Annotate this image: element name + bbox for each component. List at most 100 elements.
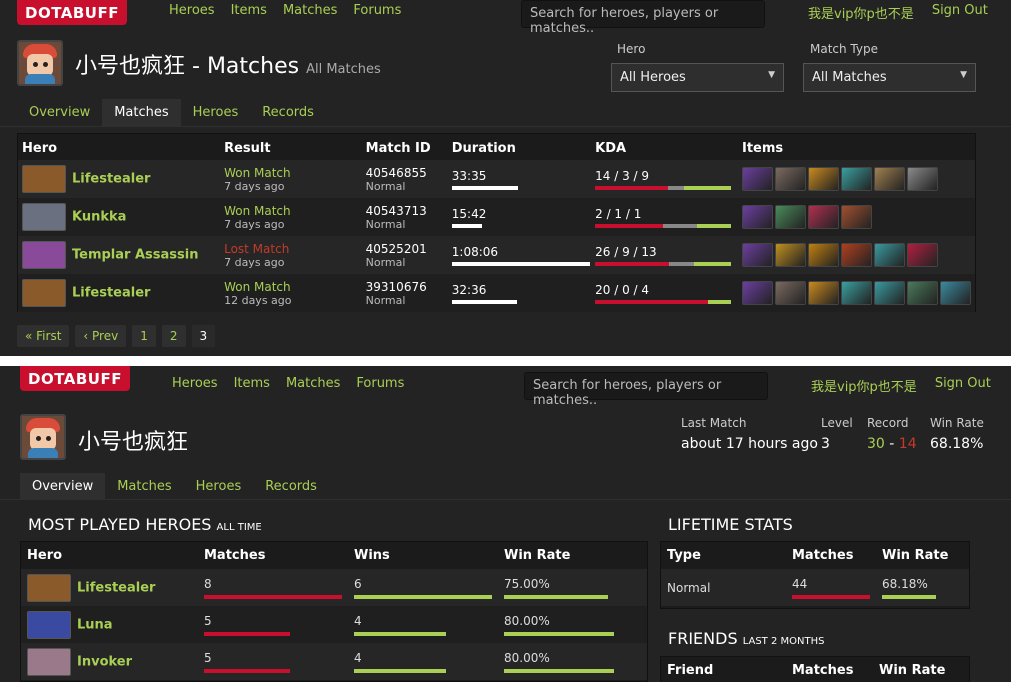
item-icon[interactable] [808, 205, 839, 229]
item-icon[interactable] [841, 205, 872, 229]
hero-name-link[interactable]: Lifestealer [72, 172, 150, 187]
item-icon[interactable] [775, 243, 806, 267]
item-icon[interactable] [907, 243, 938, 267]
pager-link[interactable]: 2 [161, 325, 186, 347]
item-icon[interactable] [907, 281, 938, 305]
item-icon[interactable] [841, 243, 872, 267]
item-icon[interactable] [775, 167, 806, 191]
tab-matches[interactable]: Matches [105, 473, 183, 500]
hero-name-link[interactable]: Kunkka [72, 210, 126, 225]
tab-overview[interactable]: Overview [17, 99, 102, 126]
hero-portrait[interactable] [27, 610, 71, 639]
col-matches: Matches [792, 663, 854, 678]
table-row[interactable]: Kunkka Won Match 7 days ago 40543713 Normal 1… [18, 198, 975, 236]
hero-portrait[interactable] [22, 241, 66, 269]
tab-overview[interactable]: Overview [20, 473, 106, 500]
lifetime-table: Type Matches Win Rate Normal 44 68.18% [661, 542, 969, 606]
table-row[interactable]: Lifestealer Won Match 12 days ago 39310676 N… [18, 274, 975, 312]
avatar[interactable] [17, 40, 63, 86]
hero-name-link[interactable]: Lifestealer [77, 580, 155, 595]
tab-matches[interactable]: Matches [102, 99, 181, 126]
avatar[interactable] [20, 414, 66, 460]
nav-matches[interactable]: Matches [283, 3, 337, 18]
hero-filter-select[interactable]: All Heroes ▼ [611, 63, 784, 92]
table-header: Hero Result Match ID Duration KDA Items [18, 134, 975, 160]
type-filter-select[interactable]: All Matches ▼ [803, 63, 976, 92]
matches-table-panel: Hero Result Match ID Duration KDA Items … [17, 133, 976, 312]
tab-heroes[interactable]: Heroes [181, 99, 251, 126]
nav-heroes[interactable]: Heroes [169, 3, 215, 18]
item-icon[interactable] [940, 281, 971, 305]
pager-link[interactable]: 1 [132, 325, 156, 347]
result-link[interactable]: Won Match [224, 166, 358, 180]
item-icon[interactable] [841, 281, 872, 305]
hero-name-link[interactable]: Lifestealer [72, 286, 150, 301]
hero-portrait[interactable] [27, 573, 71, 602]
table-row[interactable]: Luna 5 4 80.00% [21, 606, 647, 643]
item-icon[interactable] [841, 167, 872, 191]
hero-name-link[interactable]: Templar Assassin [72, 248, 198, 263]
item-icon[interactable] [742, 243, 773, 267]
pager-link[interactable]: « First [17, 325, 70, 347]
item-icon[interactable] [808, 167, 839, 191]
item-icon[interactable] [742, 167, 773, 191]
nav-matches[interactable]: Matches [286, 376, 340, 391]
table-row[interactable]: Lifestealer Won Match 7 days ago 40546855 No… [18, 160, 975, 198]
nav-items[interactable]: Items [231, 3, 267, 18]
tab-records[interactable]: Records [250, 99, 326, 126]
kda-bar-segment [595, 185, 669, 190]
item-icon[interactable] [907, 167, 938, 191]
matches-value: 8 [204, 576, 212, 591]
hero-portrait[interactable] [22, 203, 66, 231]
username-link[interactable]: 我是vip你p也不是 [808, 3, 914, 22]
item-icon[interactable] [808, 281, 839, 305]
col-wins: Wins [354, 548, 390, 563]
search-input[interactable]: Search for heroes, players or matches.. [521, 0, 765, 36]
wins-cell: 6 [348, 569, 498, 606]
kda-bar-segment [697, 223, 732, 228]
hero-portrait[interactable] [22, 165, 66, 193]
user-menu: 我是vip你p也不是 Sign Out [808, 3, 988, 22]
item-icon[interactable] [874, 281, 905, 305]
result-link[interactable]: Lost Match [224, 242, 358, 256]
duration-cell: 1:08:06 [447, 236, 592, 274]
dotabuff-logo[interactable]: DOTABUFF [20, 366, 130, 391]
signout-link[interactable]: Sign Out [935, 376, 991, 395]
nav-items[interactable]: Items [234, 376, 270, 391]
item-icon[interactable] [874, 243, 905, 267]
nav-forums[interactable]: Forums [353, 3, 401, 18]
hero-portrait[interactable] [27, 647, 71, 676]
table-row[interactable]: Invoker 5 4 80.00% [21, 643, 647, 680]
item-icon[interactable] [742, 281, 773, 305]
col-hero: Hero [27, 548, 63, 563]
result-link[interactable]: Won Match [224, 280, 358, 294]
pager-link[interactable]: ‹ Prev [75, 325, 127, 347]
table-row[interactable]: Lifestealer 8 6 75.00% [21, 569, 647, 606]
item-icon[interactable] [775, 205, 806, 229]
search-input[interactable]: Search for heroes, players or matches.. [524, 372, 768, 408]
winrate-value: 80.00% [504, 650, 550, 665]
tab-records[interactable]: Records [253, 473, 329, 500]
item-icon[interactable] [775, 281, 806, 305]
item-icon[interactable] [808, 243, 839, 267]
wins-bar [354, 631, 446, 636]
hero-portrait[interactable] [22, 279, 66, 307]
nav-forums[interactable]: Forums [356, 376, 404, 391]
kda-cell: 2 / 1 / 1 [591, 198, 738, 236]
signout-link[interactable]: Sign Out [932, 3, 988, 22]
tab-heroes[interactable]: Heroes [184, 473, 254, 500]
item-icon[interactable] [874, 167, 905, 191]
result-link[interactable]: Won Match [224, 204, 358, 218]
username-link[interactable]: 我是vip你p也不是 [811, 376, 917, 395]
winrate-label: Win Rate [930, 416, 984, 430]
table-row[interactable]: Templar Assassin Lost Match 7 days ago 4052… [18, 236, 975, 274]
hero-name-link[interactable]: Invoker [77, 654, 132, 669]
duration-bar-fill [451, 261, 590, 266]
overview-screenshot: DOTABUFF Heroes Items Matches Forums Sea… [0, 366, 1011, 682]
item-icon[interactable] [742, 205, 773, 229]
nav-heroes[interactable]: Heroes [172, 376, 218, 391]
pager-link[interactable]: 3 [191, 325, 216, 347]
hero-name-link[interactable]: Luna [77, 617, 113, 632]
match-id-cell: 39310676 Normal [361, 274, 448, 312]
dotabuff-logo[interactable]: DOTABUFF [17, 0, 127, 25]
